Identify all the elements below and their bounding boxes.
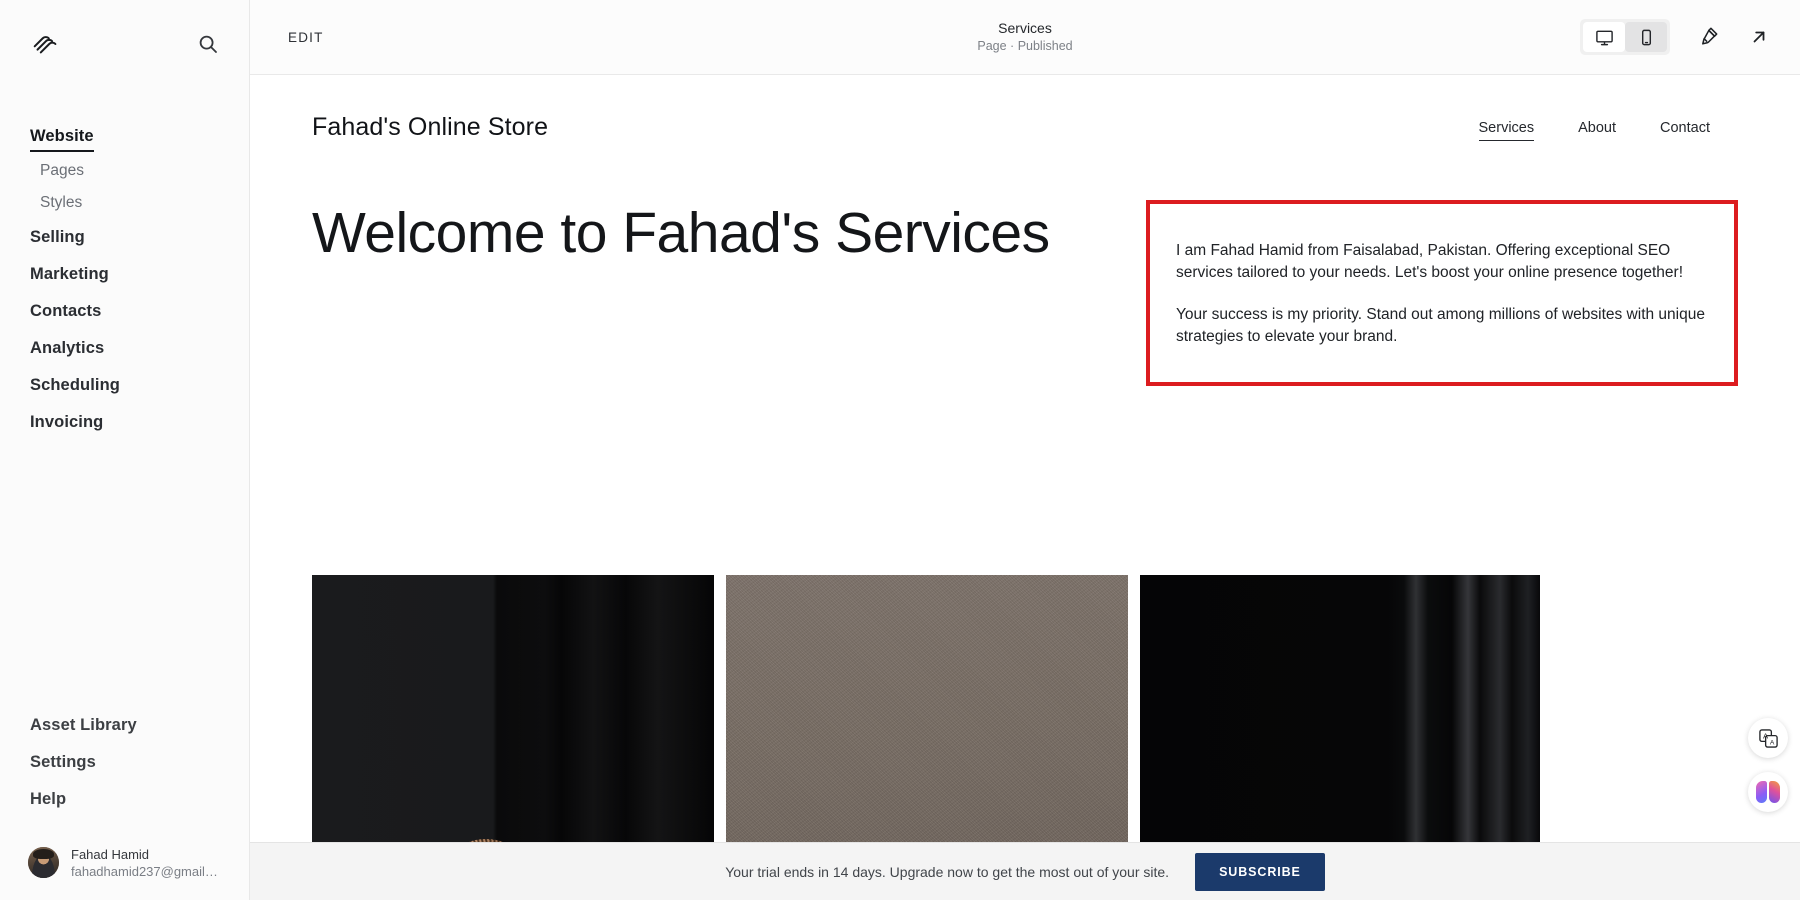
subscribe-button[interactable]: SUBSCRIBE <box>1195 852 1325 891</box>
sidebar-item-pages[interactable]: Pages <box>0 155 249 187</box>
squarespace-logo[interactable] <box>30 29 60 59</box>
trial-banner: Your trial ends in 14 days. Upgrade now … <box>250 842 1800 900</box>
sidebar-item-invoicing[interactable]: Invoicing <box>0 404 249 441</box>
sidebar-item-analytics[interactable]: Analytics <box>0 330 249 367</box>
sidebar-item-settings[interactable]: Settings <box>0 744 249 781</box>
search-icon[interactable] <box>195 31 221 57</box>
desktop-icon[interactable] <box>1583 22 1625 52</box>
highlighted-text-block[interactable]: I am Fahad Hamid from Faisalabad, Pakist… <box>1146 200 1738 386</box>
page-info: Services Page · Published <box>250 0 1800 74</box>
sidebar-item-help[interactable]: Help <box>0 781 249 818</box>
page-title: Services <box>998 20 1052 37</box>
user-email: fahadhamid237@gmail.... <box>71 863 219 879</box>
user-account-row[interactable]: Fahad Hamid fahadhamid237@gmail.... <box>0 830 249 900</box>
arrow-up-right-icon[interactable] <box>1744 22 1774 52</box>
sidebar-item-scheduling[interactable]: Scheduling <box>0 367 249 404</box>
svg-text:A: A <box>1762 731 1768 740</box>
site-nav-contact[interactable]: Contact <box>1660 120 1710 136</box>
avatar <box>28 847 59 879</box>
hero-left: Welcome to Fahad's Services <box>312 200 1072 386</box>
primary-nav: Website Pages Styles Selling Marketing C… <box>0 88 249 441</box>
editor-toolbar: EDIT Services Page · Published <box>250 0 1800 75</box>
site-nav-services[interactable]: Services <box>1478 120 1534 141</box>
sidebar: Website Pages Styles Selling Marketing C… <box>0 0 250 900</box>
squarespace-editor: Website Pages Styles Selling Marketing C… <box>0 0 1800 900</box>
hero-section: Welcome to Fahad's Services I am Fahad H… <box>250 142 1800 386</box>
mobile-icon[interactable] <box>1625 22 1667 52</box>
sidebar-header <box>0 0 249 88</box>
sidebar-item-selling[interactable]: Selling <box>0 219 249 256</box>
site-nav: Services About Contact <box>1478 120 1710 141</box>
sidebar-secondary-nav: Asset Library Settings Help <box>0 707 249 830</box>
site-brand[interactable]: Fahad's Online Store <box>312 113 548 142</box>
callout-paragraph-2: Your success is my priority. Stand out a… <box>1176 306 1705 345</box>
user-meta: Fahad Hamid fahadhamid237@gmail.... <box>71 846 219 880</box>
device-preview-toggle <box>1580 19 1670 55</box>
sidebar-item-contacts[interactable]: Contacts <box>0 293 249 330</box>
user-name: Fahad Hamid <box>71 846 150 862</box>
sidebar-item-asset-library[interactable]: Asset Library <box>0 707 249 744</box>
svg-text:A: A <box>1769 739 1774 746</box>
hero-heading: Welcome to Fahad's Services <box>312 201 1050 265</box>
main-area: EDIT Services Page · Published Fahad's O… <box>250 0 1800 900</box>
sidebar-item-marketing[interactable]: Marketing <box>0 256 249 293</box>
hero-right: I am Fahad Hamid from Faisalabad, Pakist… <box>1112 200 1738 386</box>
site-header: Fahad's Online Store Services About Cont… <box>250 75 1800 142</box>
trial-message: Your trial ends in 14 days. Upgrade now … <box>725 863 1170 880</box>
translate-icon[interactable]: A A <box>1748 718 1788 758</box>
site-nav-about[interactable]: About <box>1578 120 1616 136</box>
floating-actions: A A <box>1748 718 1788 812</box>
ai-brain-icon[interactable] <box>1748 772 1788 812</box>
sidebar-item-styles[interactable]: Styles <box>0 187 249 219</box>
toolbar-actions <box>1580 19 1774 55</box>
sidebar-item-website[interactable]: Website <box>30 118 94 155</box>
page-status: Page · Published <box>977 39 1073 53</box>
edit-button[interactable]: EDIT <box>288 30 324 45</box>
callout-paragraph-1: I am Fahad Hamid from Faisalabad, Pakist… <box>1176 242 1684 281</box>
paintbrush-icon[interactable] <box>1692 22 1722 52</box>
site-preview: Fahad's Online Store Services About Cont… <box>250 75 1800 900</box>
